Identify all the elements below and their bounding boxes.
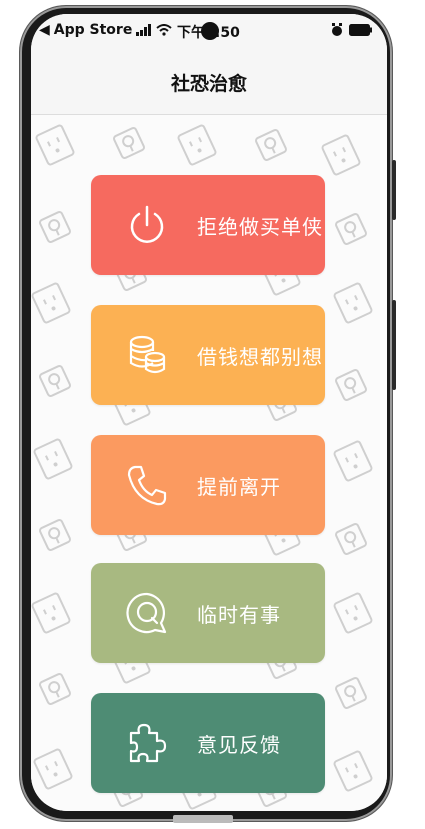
- card-label: 提前离开: [197, 474, 281, 499]
- card-label: 拒绝做买单侠: [197, 214, 323, 239]
- side-button: [392, 300, 396, 390]
- phone-icon: [127, 465, 167, 506]
- card-label: 临时有事: [197, 602, 281, 627]
- back-label: App Store: [53, 22, 133, 38]
- card-something-came-up[interactable]: 临时有事: [91, 563, 325, 663]
- card-label: 意见反馈: [197, 732, 281, 757]
- power-icon: [130, 205, 164, 243]
- card-leave-early[interactable]: 提前离开: [91, 435, 325, 535]
- alarm-icon: [332, 23, 342, 36]
- card-label: 借钱想都别想: [197, 344, 323, 369]
- side-button: [392, 160, 396, 220]
- screen: ◀ App Store 下午3:50: [31, 14, 387, 811]
- coins-icon: [129, 335, 166, 374]
- card-refuse-lending[interactable]: 借钱想都别想: [91, 305, 325, 405]
- page-title: 社恐治愈: [170, 72, 247, 95]
- home-indicator: [173, 815, 233, 823]
- nav-bar: 社恐治愈: [31, 50, 387, 115]
- back-to-app-store[interactable]: ◀ App Store: [39, 22, 172, 38]
- signal-icon: [136, 24, 152, 36]
- status-bar: ◀ App Store 下午3:50: [31, 14, 387, 50]
- status-right: [331, 23, 373, 37]
- front-camera: [201, 22, 219, 40]
- puzzle-icon: [129, 723, 167, 763]
- chat-icon: [126, 592, 167, 634]
- card-feedback[interactable]: 意见反馈: [91, 693, 325, 793]
- card-refuse-paying[interactable]: 拒绝做买单侠: [91, 175, 325, 275]
- wifi-icon: [156, 24, 172, 36]
- back-triangle-icon: ◀: [39, 22, 50, 38]
- main-content: 拒绝做买单侠 借钱想都别想 提前离开 临时有事 意见反馈: [31, 115, 387, 811]
- battery-icon: [349, 24, 372, 36]
